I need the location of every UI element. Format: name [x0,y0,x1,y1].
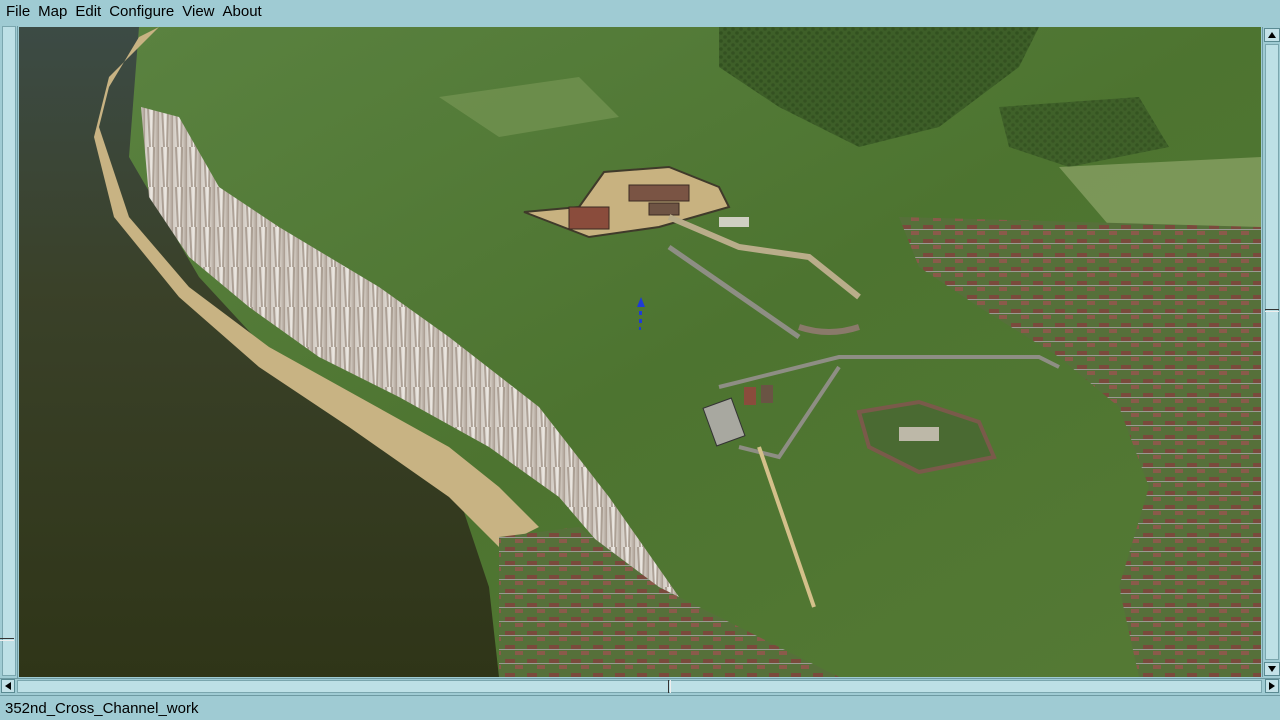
menu-bar: File Map Edit Configure View About [0,0,1280,24]
terrain-scene[interactable] [19,27,1261,677]
arrow-right-icon [1269,682,1275,690]
menu-edit[interactable]: Edit [71,1,105,23]
status-mission-name: 352nd_Cross_Channel_work [5,699,199,717]
vertical-scroll-thumb[interactable] [1265,44,1279,660]
vertical-scrollbar[interactable] [1262,27,1280,677]
status-bar: 352nd_Cross_Channel_work [0,695,1280,720]
left-scroll-strip[interactable] [0,26,18,678]
arrow-left-icon [5,682,11,690]
menu-view[interactable]: View [178,1,218,23]
arrow-down-icon [1268,666,1276,672]
menu-configure[interactable]: Configure [105,1,178,23]
menu-map[interactable]: Map [34,1,71,23]
left-strip-thumb[interactable] [2,26,16,676]
map-3d-viewport[interactable] [19,27,1261,677]
horizontal-scrollbar[interactable] [0,678,1280,694]
scroll-left-button[interactable] [1,679,15,693]
left-strip-grip [0,638,14,641]
vertical-scroll-grip [1265,309,1279,312]
menu-about[interactable]: About [219,1,266,23]
menu-file[interactable]: File [2,1,34,23]
scroll-up-button[interactable] [1264,28,1280,42]
arrow-up-icon [1268,32,1276,38]
scroll-down-button[interactable] [1264,662,1280,676]
map-editor-window: File Map Edit Configure View About 352nd… [0,0,1280,720]
scroll-right-button[interactable] [1265,679,1279,693]
horizontal-scroll-thumb[interactable] [17,680,1262,693]
horizontal-scroll-grip [668,680,671,693]
